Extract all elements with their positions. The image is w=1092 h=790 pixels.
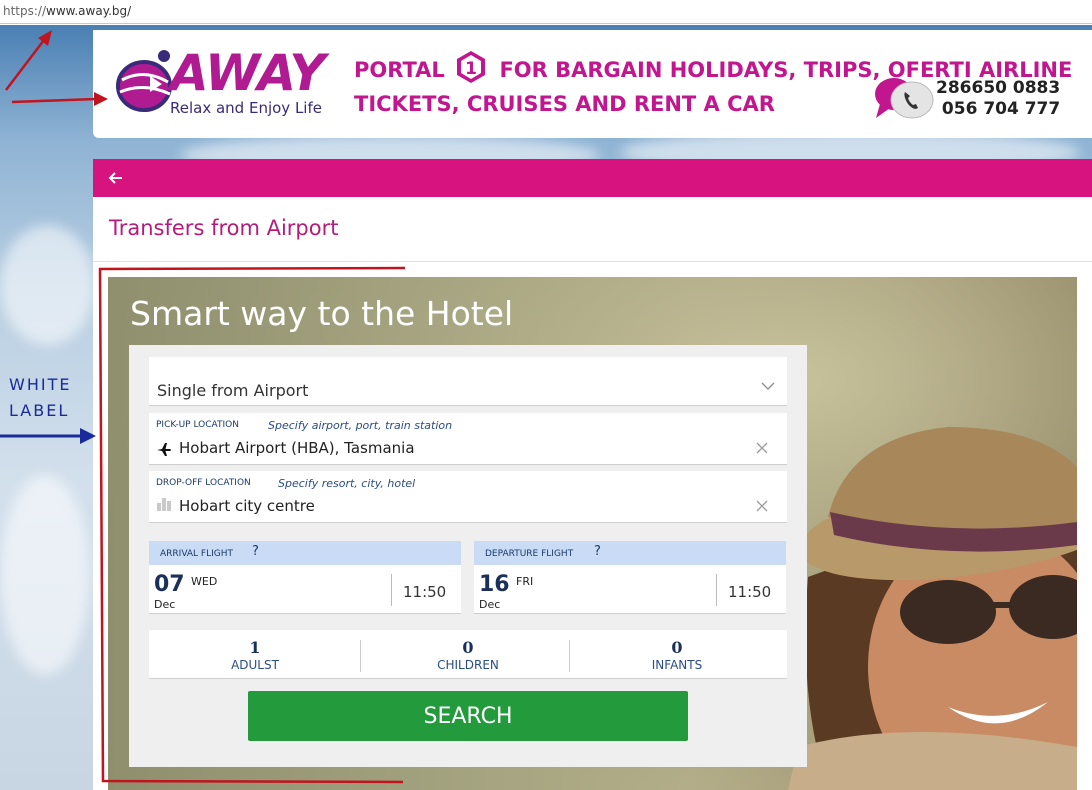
- trip-type-select[interactable]: Single from Airport: [149, 357, 787, 406]
- phone-number-1: 286650 0883: [936, 78, 1061, 98]
- infants-count: 0: [671, 638, 683, 657]
- arrival-flight-field[interactable]: ARRIVAL FLIGHT ? 07 WED Dec 11:50: [149, 541, 461, 614]
- hotel-icon: [157, 498, 171, 511]
- headline-number: 1: [465, 59, 477, 79]
- departure-flight-label: DEPARTURE FLIGHT: [485, 549, 574, 559]
- site-logo[interactable]: AWAY Relax and Enjoy Life: [112, 44, 352, 126]
- url-scheme: https://: [3, 4, 47, 18]
- departure-day: 16: [479, 572, 510, 597]
- arrival-time[interactable]: 11:50: [403, 583, 446, 601]
- children-label: CHILDREN: [437, 658, 499, 672]
- nav-bar: [93, 159, 1092, 197]
- children-count: 0: [462, 638, 474, 657]
- departure-flight-field[interactable]: DEPARTURE FLIGHT ? 16 FRI Dec 11:50: [474, 541, 786, 614]
- infants-label: INFANTS: [651, 658, 703, 672]
- arrival-month: Dec: [154, 598, 176, 611]
- phone-number-2: 056 704 777: [941, 99, 1061, 119]
- pax-divider: [360, 640, 361, 672]
- annotation-line-1: WHITE: [9, 375, 72, 394]
- arrival-weekday: WED: [191, 575, 218, 588]
- adults-counter[interactable]: 1 ADULST: [149, 630, 361, 679]
- arrival-flight-label: ARRIVAL FLIGHT: [160, 549, 234, 559]
- logo-tagline: Relax and Enjoy Life: [170, 99, 322, 117]
- dropoff-hint: Specify resort, city, hotel: [278, 477, 416, 490]
- departure-weekday: FRI: [516, 575, 534, 588]
- phone-contacts[interactable]: 286650 0883 056 704 777: [872, 74, 1072, 122]
- pax-divider: [569, 640, 570, 672]
- arrival-divider: [391, 574, 392, 606]
- pickup-label: PICK-UP LOCATION: [156, 420, 239, 430]
- dropoff-label: DROP-OFF LOCATION: [156, 478, 251, 488]
- adults-count: 1: [249, 638, 261, 657]
- number-one-badge: 1: [454, 50, 488, 84]
- chevron-down-icon: [761, 382, 775, 390]
- departure-divider: [716, 574, 717, 606]
- children-counter[interactable]: 0 CHILDREN: [362, 630, 574, 679]
- pickup-location-field[interactable]: PICK-UP LOCATION Specify airport, port, …: [149, 413, 787, 465]
- back-button[interactable]: [105, 166, 125, 188]
- pickup-hint: Specify airport, port, train station: [268, 419, 453, 432]
- departure-help-icon[interactable]: ?: [594, 544, 601, 559]
- arrival-help-icon[interactable]: ?: [252, 544, 259, 559]
- hero-title: Smart way to the Hotel: [130, 294, 514, 333]
- phone-numbers: 286650 0883 056 704 777: [936, 78, 1060, 120]
- arrival-day: 07: [154, 572, 185, 597]
- search-button[interactable]: SEARCH: [248, 691, 688, 741]
- trip-type-value: Single from Airport: [157, 381, 309, 400]
- url-host: www.away.bg/: [46, 4, 132, 18]
- pickup-value: Hobart Airport (HBA), Tasmania: [179, 439, 415, 457]
- infants-counter[interactable]: 0 INFANTS: [571, 630, 783, 679]
- adults-label: ADULST: [231, 658, 279, 672]
- phone-chat-icon: [875, 78, 934, 119]
- title-divider: [93, 261, 1092, 262]
- airplane-icon: [157, 443, 171, 456]
- page-title: Transfers from Airport: [109, 216, 339, 240]
- headline-part1: PORTAL: [354, 58, 445, 82]
- dropoff-location-field[interactable]: DROP-OFF LOCATION Specify resort, city, …: [149, 471, 787, 523]
- arrow-left-icon: [108, 172, 122, 184]
- dropoff-value: Hobart city centre: [179, 497, 315, 515]
- clear-icon[interactable]: [755, 441, 769, 455]
- departure-month: Dec: [479, 598, 501, 611]
- logo-wordmark: AWAY: [170, 44, 325, 102]
- white-label-annotation: WHITE LABEL: [9, 372, 71, 424]
- clear-icon[interactable]: [755, 499, 769, 513]
- passengers-selector: 1 ADULST 0 CHILDREN 0 INFANTS: [149, 630, 787, 679]
- address-bar[interactable]: https://www.away.bg/: [0, 0, 1092, 24]
- departure-time[interactable]: 11:50: [728, 583, 771, 601]
- annotation-line-2: LABEL: [9, 401, 70, 420]
